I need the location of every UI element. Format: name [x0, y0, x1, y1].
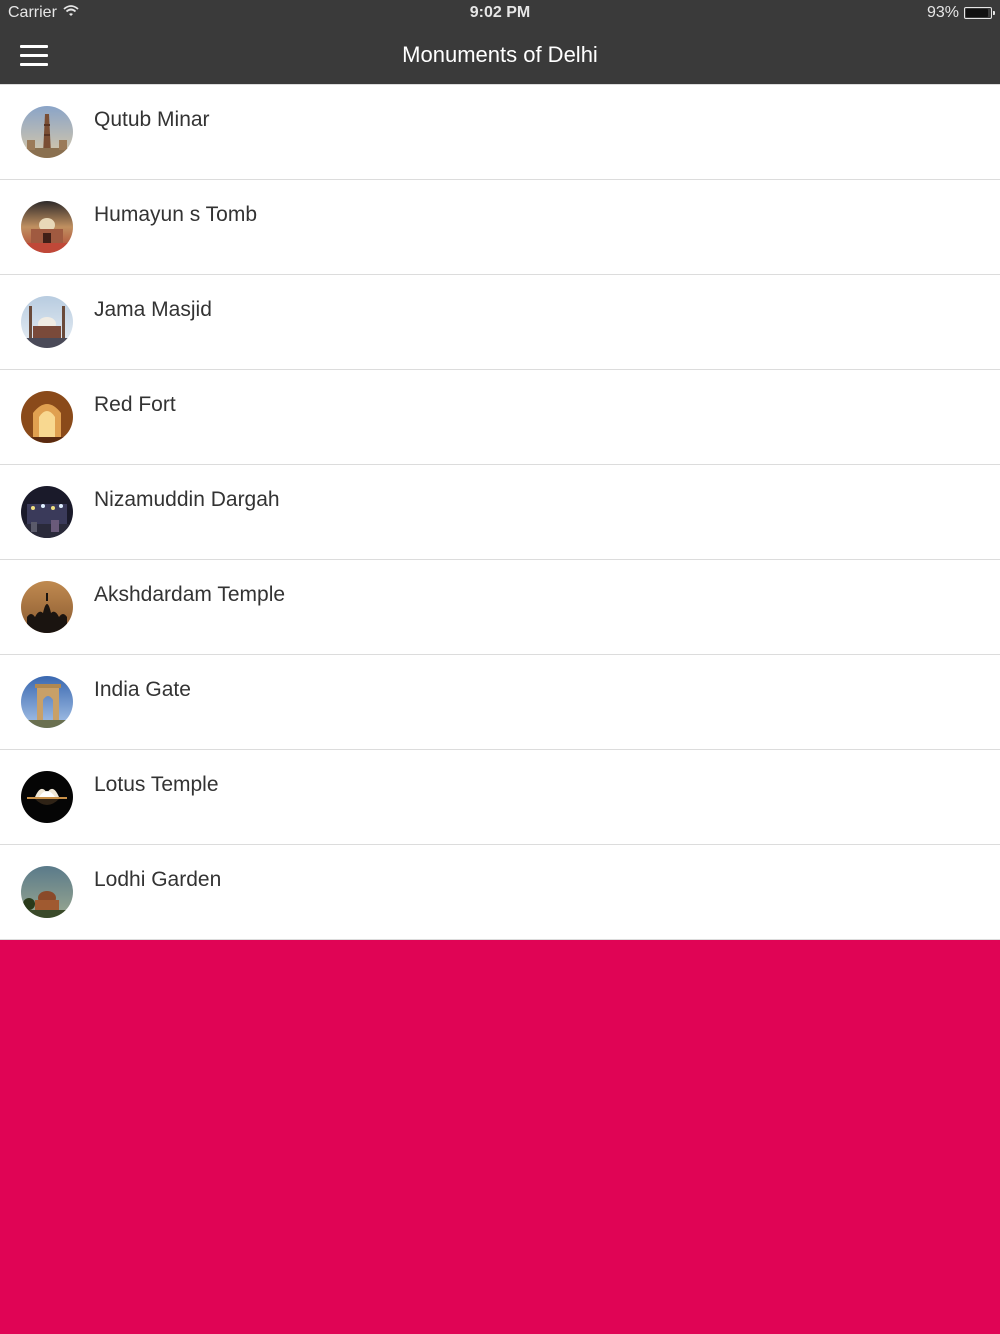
jama-masjid-thumbnail [21, 296, 73, 348]
list-item[interactable]: Humayun s Tomb [0, 180, 1000, 275]
footer-area [0, 940, 1000, 1334]
monument-label: Nizamuddin Dargah [94, 488, 280, 511]
list-item[interactable]: Akshdardam Temple [0, 560, 1000, 655]
monument-label: Qutub Minar [94, 108, 210, 131]
india-gate-thumbnail [21, 676, 73, 728]
list-item[interactable]: Red Fort [0, 370, 1000, 465]
monument-label: Akshdardam Temple [94, 583, 286, 606]
monument-label: Red Fort [94, 393, 176, 416]
humayuns-tomb-thumbnail [21, 201, 73, 253]
nizamuddin-dargah-thumbnail [21, 486, 73, 538]
monument-label: Lodhi Garden [94, 868, 222, 891]
akshardham-temple-thumbnail [21, 581, 73, 633]
qutub-minar-thumbnail [21, 106, 73, 158]
list-item[interactable]: Qutub Minar [0, 84, 1000, 180]
list-item[interactable]: India Gate [0, 655, 1000, 750]
list-item[interactable]: Lotus Temple [0, 750, 1000, 845]
page-title: Monuments of Delhi [402, 42, 598, 67]
monument-list: Qutub Minar Humayun s Tomb Jama Masjid R… [0, 84, 1000, 940]
battery-percent: 93% [926, 4, 959, 21]
list-item[interactable]: Lodhi Garden [0, 845, 1000, 940]
lodhi-garden-thumbnail [21, 866, 73, 918]
monument-label: Lotus Temple [94, 773, 219, 796]
list-item[interactable]: Jama Masjid [0, 275, 1000, 370]
status-time: 9:02 PM [469, 4, 531, 21]
battery-indicator: 93% [926, 4, 995, 22]
monument-label: India Gate [94, 678, 191, 701]
lotus-temple-thumbnail [21, 771, 73, 823]
battery-icon [964, 7, 995, 19]
list-item[interactable]: Nizamuddin Dargah [0, 465, 1000, 560]
battery-fill [966, 9, 989, 17]
status-bar: Carrier 9:02 PM 93% [0, 0, 1000, 28]
red-fort-thumbnail [21, 391, 73, 443]
monument-label: Humayun s Tomb [94, 203, 258, 226]
monument-label: Jama Masjid [94, 298, 212, 321]
navigation-bar: Monuments of Delhi [0, 28, 1000, 84]
